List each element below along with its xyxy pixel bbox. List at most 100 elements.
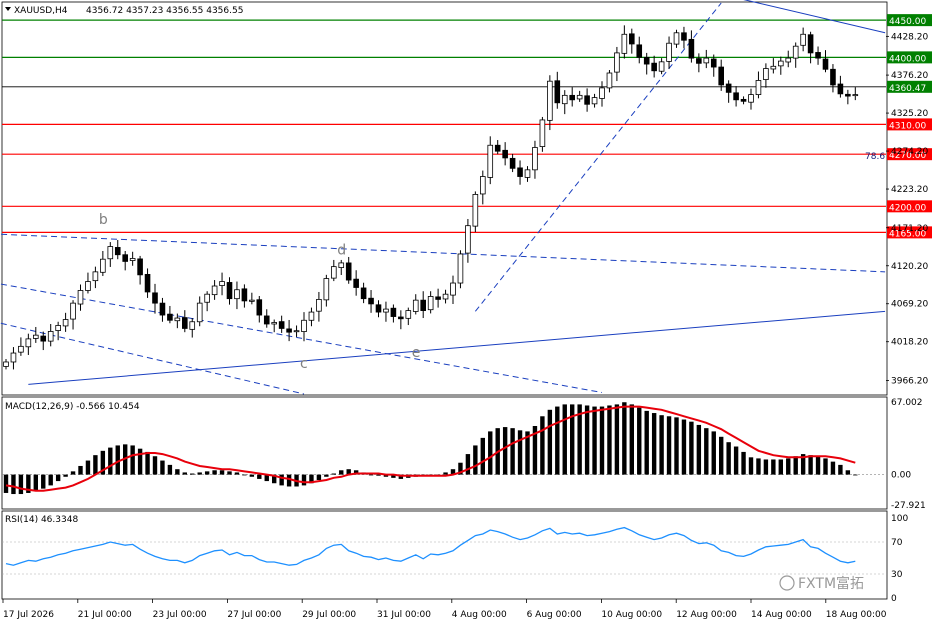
candle-body — [286, 328, 292, 333]
time-tick-label: 4 Aug 00:00 — [452, 610, 507, 620]
candle-body — [643, 56, 650, 65]
rsi-tick-label: 30 — [891, 570, 903, 580]
macd-bar — [93, 455, 98, 475]
macd-bar — [242, 474, 247, 476]
candle-body — [249, 299, 255, 302]
candle-body — [62, 319, 69, 327]
macd-bar — [249, 474, 255, 477]
candle-body — [308, 311, 315, 321]
candle-body — [658, 61, 665, 72]
macd-bar — [502, 427, 508, 475]
candle-body — [405, 310, 412, 319]
time-tick-label: 18 Aug 00:00 — [826, 610, 887, 620]
candle-body — [576, 94, 583, 100]
candle-body — [770, 65, 777, 70]
candle-body — [226, 282, 233, 300]
macd-bar — [339, 470, 344, 475]
macd-bar — [3, 474, 9, 493]
candle-body — [368, 297, 374, 305]
level-tag-label: 4400.00 — [889, 54, 926, 64]
macd-bar — [130, 445, 135, 475]
macd-bar — [741, 451, 746, 475]
candle-body — [465, 225, 471, 254]
candle-body — [748, 94, 754, 103]
candle-body — [196, 302, 203, 323]
candle-body — [219, 281, 225, 286]
candle-body — [390, 307, 397, 317]
candle[interactable] — [457, 250, 464, 289]
price-tick-label: 4120.20 — [891, 262, 928, 272]
price-tick-label: 4325.20 — [891, 109, 928, 119]
candle-body — [234, 289, 240, 300]
macd-bar — [331, 473, 336, 475]
trading-chart[interactable]: 4450.00 4400.00 4360.47 4310.00 4270.00 4200.… — [0, 0, 936, 624]
candle-body — [584, 95, 590, 105]
macd-tick-label: 0.00 — [891, 471, 911, 481]
candle-body — [666, 42, 672, 62]
wave-label-c: c — [300, 356, 308, 372]
candle[interactable] — [539, 116, 546, 152]
candle-body — [114, 247, 121, 256]
macd-bar — [733, 446, 739, 475]
candle-body — [807, 34, 814, 54]
macd-bar — [257, 474, 262, 479]
macd-bar — [853, 474, 858, 476]
macd-bar — [584, 405, 590, 475]
candle-body — [502, 149, 508, 159]
macd-bar — [696, 424, 702, 475]
candle-body — [830, 68, 836, 86]
macd-bar — [815, 456, 821, 475]
candle-body — [40, 335, 47, 342]
macd-bar — [674, 417, 679, 475]
candle-body — [688, 38, 695, 59]
macd-bar — [719, 436, 724, 475]
macd-bar — [823, 458, 828, 475]
macd-bar — [726, 442, 731, 475]
macd-bar — [204, 471, 210, 475]
macd-bar — [562, 404, 567, 475]
macd-bar — [838, 464, 843, 475]
macd-bar — [227, 471, 232, 475]
candle-body — [167, 313, 173, 321]
candle-body — [256, 299, 263, 316]
time-tick-label: 21 Jul 00:00 — [78, 610, 132, 620]
candle-body — [204, 293, 210, 303]
price-tick-label: 4428.20 — [891, 32, 928, 42]
candle-body — [763, 68, 769, 80]
price-tick-label: 4069.20 — [891, 300, 928, 310]
macd-bar — [681, 419, 687, 475]
candle-body — [338, 262, 345, 268]
candle-body — [815, 52, 821, 59]
candle-body — [718, 66, 724, 86]
candle-body — [263, 315, 270, 325]
candle-body — [599, 87, 605, 99]
candle-body — [152, 292, 158, 304]
candle-body — [316, 299, 322, 312]
candle-body — [651, 62, 657, 72]
macd-bar — [808, 455, 813, 475]
candle-body — [398, 316, 404, 320]
candle[interactable] — [472, 191, 479, 233]
macd-bar — [547, 409, 553, 475]
candle-body — [457, 253, 464, 284]
macd-bar — [33, 474, 38, 491]
candle-body — [614, 52, 620, 73]
macd-bar — [301, 474, 307, 486]
macd-bar — [748, 457, 754, 475]
macd-bar — [756, 458, 761, 475]
candle-body — [539, 119, 546, 147]
macd-bar — [651, 413, 657, 475]
watermark-text: FXTM富拓 — [798, 575, 864, 592]
macd-bar — [465, 454, 471, 475]
chart-canvas[interactable]: 4450.004400.004360.474310.004270.004200.… — [0, 0, 936, 624]
macd-bar — [666, 416, 672, 475]
wave-label-b: b — [99, 212, 108, 228]
candle-body — [129, 258, 136, 261]
candle-body — [845, 93, 851, 97]
time-tick-label: 29 Jul 00:00 — [302, 610, 356, 620]
macd-bar — [629, 404, 634, 475]
candle-body — [733, 92, 739, 101]
macd-bar — [555, 406, 560, 475]
macd-bar — [793, 456, 798, 475]
candle-body — [442, 293, 449, 300]
